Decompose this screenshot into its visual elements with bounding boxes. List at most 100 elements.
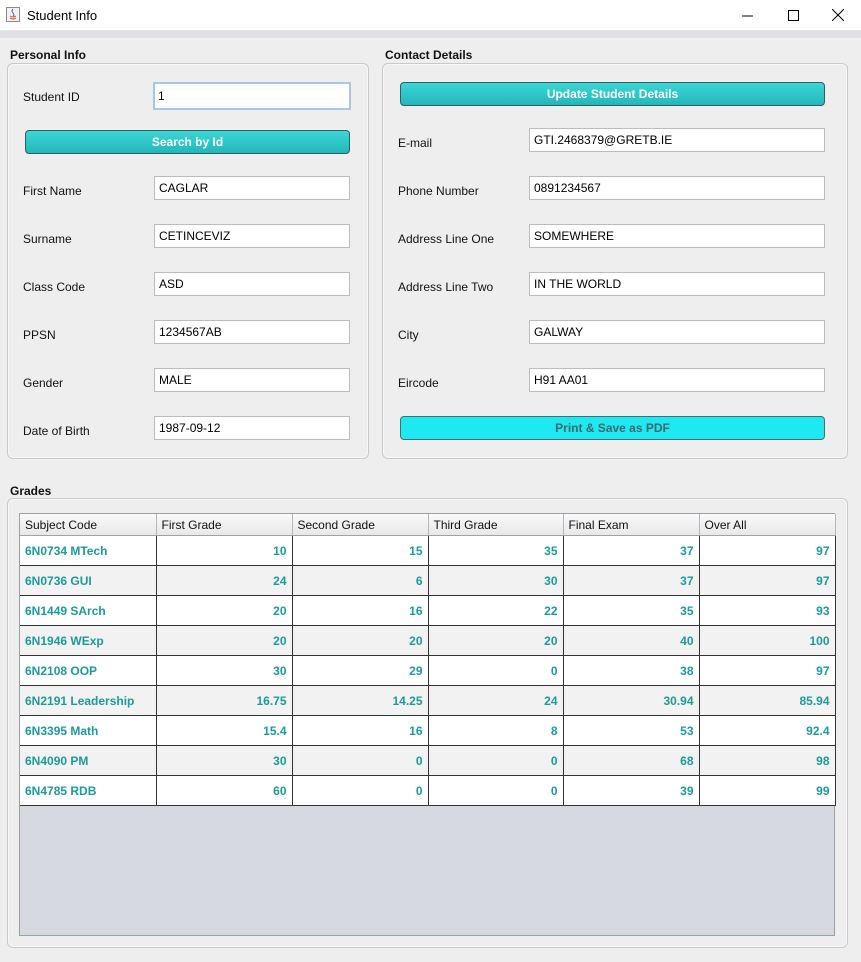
over-all-cell[interactable]: 85.94 bbox=[699, 685, 836, 716]
subject-code-cell[interactable]: 6N1449 SArch bbox=[20, 595, 157, 626]
table-row[interactable]: 6N4090 PM 30 0 0 68 98 bbox=[20, 745, 836, 776]
third-grade-cell[interactable]: 30 bbox=[428, 565, 564, 596]
dob-field[interactable] bbox=[154, 416, 350, 440]
second-grade-cell[interactable]: 0 bbox=[292, 775, 429, 806]
final-exam-cell[interactable]: 53 bbox=[563, 715, 700, 746]
update-student-button[interactable]: Update Student Details bbox=[400, 82, 825, 106]
first-grade-cell[interactable]: 30 bbox=[156, 655, 293, 686]
student-id-input[interactable] bbox=[153, 82, 351, 110]
grades-header-row: Subject Code First Grade Second Grade Th… bbox=[20, 514, 836, 536]
close-button[interactable] bbox=[815, 0, 861, 30]
final-exam-cell[interactable]: 37 bbox=[563, 535, 700, 566]
city-field[interactable] bbox=[529, 320, 825, 344]
subject-code-cell[interactable]: 6N0734 MTech bbox=[20, 535, 157, 566]
ppsn-field[interactable] bbox=[154, 320, 350, 344]
final-exam-cell[interactable]: 30.94 bbox=[563, 685, 700, 716]
first-grade-cell[interactable]: 10 bbox=[156, 535, 293, 566]
second-grade-cell[interactable]: 29 bbox=[292, 655, 429, 686]
surname-field[interactable] bbox=[154, 224, 350, 248]
second-grade-cell[interactable]: 16 bbox=[292, 715, 429, 746]
first-grade-cell[interactable]: 30 bbox=[156, 745, 293, 776]
third-grade-cell[interactable]: 20 bbox=[428, 625, 564, 656]
over-all-cell[interactable]: 98 bbox=[699, 745, 836, 776]
first-grade-cell[interactable]: 15.4 bbox=[156, 715, 293, 746]
dob-label: Date of Birth bbox=[23, 424, 90, 438]
column-header-over-all[interactable]: Over All bbox=[699, 514, 836, 536]
minimize-button[interactable] bbox=[724, 0, 770, 30]
gender-field[interactable] bbox=[154, 368, 350, 392]
table-row[interactable]: 6N0736 GUI 24 6 30 37 97 bbox=[20, 565, 836, 596]
close-icon bbox=[832, 9, 844, 21]
first-grade-cell[interactable]: 20 bbox=[156, 595, 293, 626]
over-all-cell[interactable]: 100 bbox=[699, 625, 836, 656]
over-all-cell[interactable]: 97 bbox=[699, 655, 836, 686]
third-grade-cell[interactable]: 0 bbox=[428, 775, 564, 806]
print-save-pdf-button[interactable]: Print & Save as PDF bbox=[400, 416, 825, 440]
over-all-cell[interactable]: 92.4 bbox=[699, 715, 836, 746]
email-field[interactable] bbox=[529, 128, 825, 152]
second-grade-cell[interactable]: 16 bbox=[292, 595, 429, 626]
main-content: Personal Info Student ID Search by Id Fi… bbox=[0, 38, 861, 962]
table-row[interactable]: 6N2108 OOP 30 29 0 38 97 bbox=[20, 655, 836, 686]
subject-code-cell[interactable]: 6N4090 PM bbox=[20, 745, 157, 776]
class-code-field[interactable] bbox=[154, 272, 350, 296]
second-grade-cell[interactable]: 15 bbox=[292, 535, 429, 566]
third-grade-cell[interactable]: 0 bbox=[428, 745, 564, 776]
minimize-icon bbox=[741, 15, 753, 16]
second-grade-cell[interactable]: 14.25 bbox=[292, 685, 429, 716]
final-exam-cell[interactable]: 39 bbox=[563, 775, 700, 806]
third-grade-cell[interactable]: 22 bbox=[428, 595, 564, 626]
over-all-cell[interactable]: 97 bbox=[699, 535, 836, 566]
column-header-subject-code[interactable]: Subject Code bbox=[20, 514, 157, 536]
final-exam-cell[interactable]: 38 bbox=[563, 655, 700, 686]
first-name-label: First Name bbox=[23, 184, 82, 198]
third-grade-cell[interactable]: 0 bbox=[428, 655, 564, 686]
search-by-id-button[interactable]: Search by Id bbox=[25, 130, 350, 154]
final-exam-cell[interactable]: 40 bbox=[563, 625, 700, 656]
subject-code-cell[interactable]: 6N3395 Math bbox=[20, 715, 157, 746]
first-name-field[interactable] bbox=[154, 176, 350, 200]
table-row[interactable]: 6N3395 Math 15.4 16 8 53 92.4 bbox=[20, 715, 836, 746]
java-app-icon bbox=[6, 7, 20, 22]
phone-field[interactable] bbox=[529, 176, 825, 200]
address-line-two-field[interactable] bbox=[529, 272, 825, 296]
subject-code-cell[interactable]: 6N1946 WExp bbox=[20, 625, 157, 656]
over-all-cell[interactable]: 97 bbox=[699, 565, 836, 596]
over-all-cell[interactable]: 93 bbox=[699, 595, 836, 626]
table-row[interactable]: 6N4785 RDB 60 0 0 39 99 bbox=[20, 775, 836, 806]
table-row[interactable]: 6N1946 WExp 20 20 20 40 100 bbox=[20, 625, 836, 656]
column-header-first-grade[interactable]: First Grade bbox=[156, 514, 293, 536]
second-grade-cell[interactable]: 0 bbox=[292, 745, 429, 776]
column-header-third-grade[interactable]: Third Grade bbox=[428, 514, 564, 536]
third-grade-cell[interactable]: 24 bbox=[428, 685, 564, 716]
third-grade-cell[interactable]: 35 bbox=[428, 535, 564, 566]
final-exam-cell[interactable]: 68 bbox=[563, 745, 700, 776]
first-grade-cell[interactable]: 60 bbox=[156, 775, 293, 806]
gender-label: Gender bbox=[23, 376, 64, 390]
eircode-field[interactable] bbox=[529, 368, 825, 392]
table-row[interactable]: 6N1449 SArch 20 16 22 35 93 bbox=[20, 595, 836, 626]
second-grade-cell[interactable]: 20 bbox=[292, 625, 429, 656]
first-grade-cell[interactable]: 20 bbox=[156, 625, 293, 656]
final-exam-cell[interactable]: 37 bbox=[563, 565, 700, 596]
class-code-label: Class Code bbox=[23, 280, 86, 294]
column-header-second-grade[interactable]: Second Grade bbox=[292, 514, 429, 536]
column-header-final-exam[interactable]: Final Exam bbox=[563, 514, 700, 536]
subject-code-cell[interactable]: 6N0736 GUI bbox=[20, 565, 157, 596]
table-row[interactable]: 6N2191 Leadership 16.75 14.25 24 30.94 8… bbox=[20, 685, 836, 716]
phone-label: Phone Number bbox=[398, 184, 479, 198]
subject-code-cell[interactable]: 6N2108 OOP bbox=[20, 655, 157, 686]
second-grade-cell[interactable]: 6 bbox=[292, 565, 429, 596]
subject-code-cell[interactable]: 6N4785 RDB bbox=[20, 775, 157, 806]
table-row[interactable]: 6N0734 MTech 10 15 35 37 97 bbox=[20, 535, 836, 566]
subject-code-cell[interactable]: 6N2191 Leadership bbox=[20, 685, 157, 716]
ppsn-label: PPSN bbox=[23, 328, 56, 342]
final-exam-cell[interactable]: 35 bbox=[563, 595, 700, 626]
grades-table-container[interactable]: Subject Code First Grade Second Grade Th… bbox=[19, 513, 836, 936]
first-grade-cell[interactable]: 16.75 bbox=[156, 685, 293, 716]
first-grade-cell[interactable]: 24 bbox=[156, 565, 293, 596]
over-all-cell[interactable]: 99 bbox=[699, 775, 836, 806]
third-grade-cell[interactable]: 8 bbox=[428, 715, 564, 746]
address-line-one-field[interactable] bbox=[529, 224, 825, 248]
maximize-button[interactable] bbox=[770, 0, 816, 30]
